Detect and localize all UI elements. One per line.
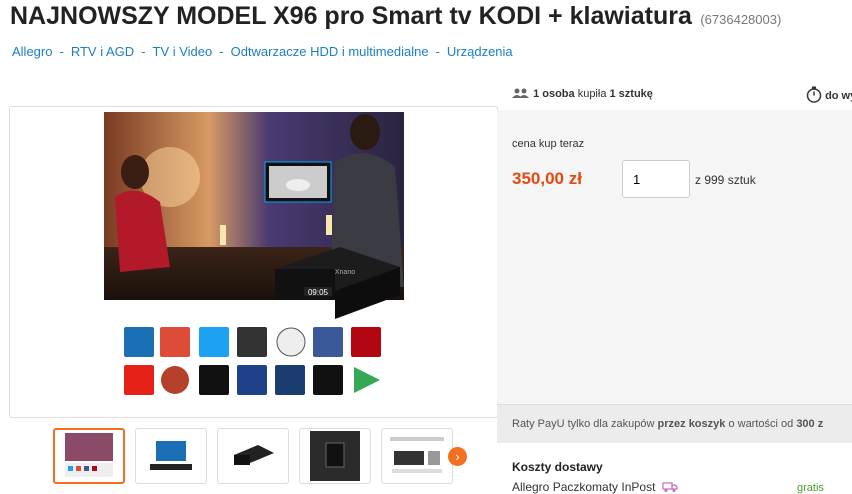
thumbnail-image bbox=[234, 445, 274, 465]
channel-app-icon bbox=[124, 327, 154, 357]
google-plus-icon bbox=[160, 327, 190, 357]
offer-id: (6736428003) bbox=[700, 12, 782, 27]
people-icon bbox=[512, 88, 529, 98]
facebook-icon bbox=[313, 327, 343, 357]
google-play-icon bbox=[354, 367, 380, 393]
chevron-right-icon: › bbox=[455, 449, 460, 464]
netflix-icon bbox=[351, 327, 381, 357]
buyers-verb: kupiła bbox=[574, 88, 610, 100]
product-photo: 09:05 Xnano bbox=[104, 112, 404, 395]
installments-text-bold1: przez koszyk bbox=[657, 418, 726, 430]
time-remaining-label: do wy bbox=[825, 90, 852, 102]
buyers-info: 1 osoba kupiła 1 sztukę bbox=[512, 88, 653, 100]
delivery-title: Koszty dostawy bbox=[512, 460, 603, 474]
kodi-icon bbox=[276, 327, 306, 357]
breadcrumb-devices[interactable]: Urządzenia bbox=[447, 44, 513, 59]
main-product-image[interactable]: 09:05 Xnano bbox=[9, 106, 498, 418]
price-label: cena kup teraz bbox=[512, 138, 585, 150]
genesis-icon bbox=[237, 327, 267, 357]
thumbnail-4[interactable] bbox=[299, 428, 371, 484]
breadcrumb-rtv-agd[interactable]: RTV i AGD bbox=[71, 44, 134, 59]
delivery-method-name: Allegro Paczkomaty InPost bbox=[512, 480, 656, 494]
app-icons-row-2 bbox=[124, 365, 380, 395]
installments-text-part1: Raty PayU tylko dla zakupów bbox=[512, 418, 658, 430]
buyers-count: 1 osoba bbox=[533, 88, 575, 100]
breadcrumb-separator: - bbox=[59, 44, 64, 59]
time-remaining: do wy bbox=[806, 86, 852, 103]
installments-text-bold2: 300 z bbox=[796, 418, 824, 430]
thumbnail-1[interactable] bbox=[53, 428, 125, 484]
thumbnail-5[interactable] bbox=[381, 428, 453, 484]
thumbnail-image bbox=[310, 431, 360, 481]
delivery-truck-icon bbox=[662, 482, 678, 492]
stopwatch-icon bbox=[806, 86, 822, 103]
price: 350,00 zł bbox=[512, 169, 582, 188]
delivery-cost: gratis bbox=[797, 482, 824, 494]
twitter-icon bbox=[199, 327, 229, 357]
breadcrumb-hdd-players[interactable]: Odtwarzacze HDD i multimedialne bbox=[231, 44, 429, 59]
thumbnail-image bbox=[150, 441, 192, 470]
thumbnail-image bbox=[65, 433, 113, 477]
installments-text-part2: o wartości od bbox=[725, 418, 797, 430]
breadcrumb-allegro[interactable]: Allegro bbox=[12, 44, 52, 59]
youtube-icon bbox=[124, 365, 154, 395]
thumbnail-image bbox=[390, 437, 444, 473]
breadcrumb-separator: - bbox=[141, 44, 146, 59]
stock-available: z 999 sztuk bbox=[695, 173, 756, 187]
thumbnail-2[interactable] bbox=[135, 428, 207, 484]
hulu-icon bbox=[199, 365, 229, 395]
app-icons-row-1 bbox=[124, 327, 381, 357]
breadcrumb-tv-video[interactable]: TV i Video bbox=[153, 44, 213, 59]
product-title: NAJNOWSZY MODEL X96 pro Smart tv KODI + … bbox=[10, 2, 692, 30]
thumbnail-3[interactable] bbox=[217, 428, 289, 484]
gopro-icon bbox=[313, 365, 343, 395]
box-clock-display: 09:05 bbox=[308, 288, 329, 297]
quantity-input[interactable] bbox=[622, 160, 690, 198]
thumbnail-next-button[interactable]: › bbox=[448, 447, 467, 466]
breadcrumb-separator: - bbox=[219, 44, 224, 59]
box-brand-label: Xnano bbox=[335, 269, 355, 276]
delivery-method: Allegro Paczkomaty InPost bbox=[512, 480, 678, 494]
breadcrumb: Allegro - RTV i AGD - TV i Video - Odtwarzacze… bbox=[12, 44, 513, 59]
fox-icon bbox=[275, 365, 305, 395]
product-title-row: NAJNOWSZY MODEL X96 pro Smart tv KODI + … bbox=[10, 2, 781, 31]
nba-icon bbox=[237, 365, 267, 395]
breadcrumb-separator: - bbox=[435, 44, 440, 59]
installments-text: Raty PayU tylko dla zakupów przez koszyk… bbox=[512, 418, 823, 430]
eye-app-icon bbox=[161, 366, 189, 394]
buyers-quantity: 1 sztukę bbox=[609, 88, 653, 100]
